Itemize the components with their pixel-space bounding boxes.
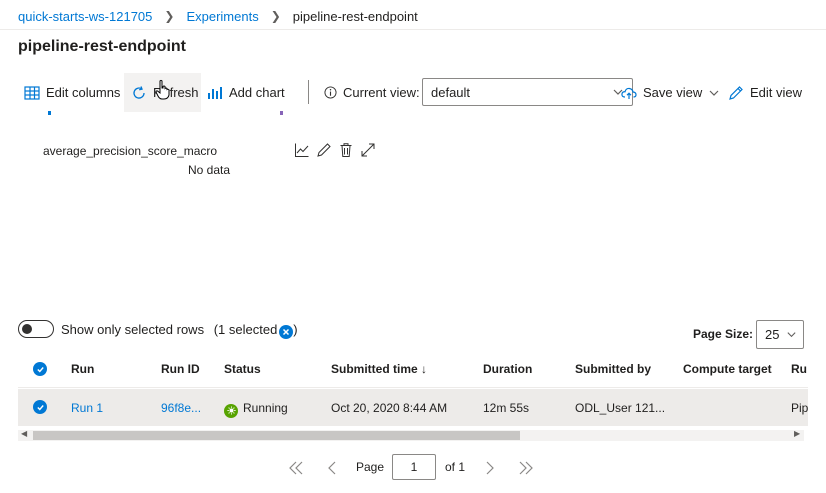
clear-selection-icon[interactable] [279, 325, 294, 339]
pencil-icon[interactable] [316, 142, 332, 158]
run-status: Running [224, 401, 288, 418]
scroll-left-icon[interactable]: ◀ [21, 429, 27, 438]
chevron-left-icon [328, 461, 336, 475]
add-chart-button[interactable]: Add chart [207, 73, 285, 112]
previous-page-button[interactable] [318, 454, 346, 482]
row-checkbox[interactable] [33, 400, 47, 414]
edit-view-label: Edit view [750, 85, 803, 100]
column-header-status[interactable]: Status [224, 362, 261, 376]
page-number-input[interactable]: 1 [392, 454, 436, 480]
scroll-right-icon[interactable]: ▶ [794, 429, 800, 438]
add-chart-label: Add chart [229, 85, 285, 100]
edit-columns-button[interactable]: Edit columns [24, 73, 120, 112]
chart-metric-title: average_precision_score_macro [43, 144, 218, 158]
chevron-right-icon [486, 461, 494, 475]
expand-icon[interactable] [360, 142, 376, 158]
current-view-value: default [431, 84, 471, 100]
chart-marker [48, 111, 51, 115]
pencil-icon [729, 85, 743, 100]
toggle-knob [22, 324, 32, 334]
breadcrumb: quick-starts-ws-121705 ❯ Experiments ❯ p… [18, 6, 418, 26]
edit-view-button[interactable]: Edit view [728, 73, 802, 112]
select-all-checkbox[interactable] [33, 362, 47, 376]
page-size-value: 25 [765, 327, 780, 342]
page-title: pipeline-rest-endpoint [18, 38, 186, 55]
selected-rows-toggle[interactable] [18, 320, 54, 338]
double-chevron-left-icon [289, 461, 303, 475]
info-icon [324, 86, 337, 99]
toolbar: Edit columns Refresh Add chart Current v… [18, 73, 818, 112]
selected-rows-label-group: Show only selected rows (1 selected) [61, 322, 298, 339]
run-type-cell: Pip [791, 401, 809, 415]
bar-chart-icon [208, 86, 222, 99]
selected-count-close: ) [293, 322, 298, 337]
running-icon [224, 403, 238, 418]
page-of-label: of 1 [445, 460, 466, 474]
chart-actions [294, 142, 376, 158]
chart-marker [280, 111, 283, 115]
first-page-button[interactable] [282, 454, 310, 482]
line-chart-icon[interactable] [294, 142, 310, 158]
chevron-right-icon: ❯ [164, 9, 175, 23]
double-chevron-right-icon [519, 461, 533, 475]
run-link[interactable]: Run 1 [71, 401, 103, 415]
column-header-duration[interactable]: Duration [483, 362, 532, 376]
run-status-label: Running [243, 401, 288, 415]
chevron-down-icon [787, 332, 796, 338]
save-view-label: Save view [643, 85, 703, 100]
last-page-button[interactable] [512, 454, 540, 482]
submitted-by-cell: ODL_User 121... [575, 401, 666, 415]
horizontal-scrollbar[interactable]: ◀ ▶ [18, 429, 804, 441]
cloud-upload-icon [621, 87, 637, 99]
table-header: Run Run ID Status Submitted time ↓ Durat… [18, 351, 808, 388]
column-header-compute-target[interactable]: Compute target [683, 362, 772, 376]
current-view-label: Current view: [343, 85, 420, 100]
hand-cursor-icon [155, 79, 170, 100]
column-header-run-type[interactable]: Ru [791, 362, 807, 376]
selected-count: (1 selected [213, 322, 278, 337]
column-header-run-id[interactable]: Run ID [161, 362, 200, 376]
table-icon [24, 85, 40, 100]
refresh-icon [133, 85, 145, 99]
page-size-dropdown[interactable]: 25 [756, 320, 804, 349]
toolbar-divider [308, 80, 309, 104]
column-header-submitted-time[interactable]: Submitted time ↓ [331, 362, 427, 376]
next-page-button[interactable] [476, 454, 504, 482]
duration-cell: 12m 55s [483, 401, 530, 415]
breadcrumb-current: pipeline-rest-endpoint [292, 8, 418, 24]
breadcrumb-workspace-link[interactable]: quick-starts-ws-121705 [18, 9, 152, 24]
chevron-right-icon: ❯ [270, 9, 281, 23]
column-header-submitted-by[interactable]: Submitted by [575, 362, 651, 376]
page-label: Page [356, 460, 385, 474]
current-view-label-group: Current view: [324, 73, 420, 112]
save-view-button[interactable]: Save view [621, 73, 720, 112]
current-view-dropdown[interactable]: default [422, 78, 633, 106]
page-size-label: Page Size: [693, 327, 754, 341]
run-id-link[interactable]: 96f8e... [161, 401, 201, 415]
chart-empty-message: No data [188, 163, 231, 177]
experiment-page: quick-starts-ws-121705 ❯ Experiments ❯ p… [0, 0, 826, 493]
chevron-down-icon [709, 90, 719, 96]
submitted-time-cell: Oct 20, 2020 8:44 AM [331, 401, 448, 415]
trash-icon[interactable] [338, 142, 354, 158]
selected-rows-label: Show only selected rows [61, 322, 205, 337]
divider [0, 29, 826, 30]
table-row[interactable]: Run 1 96f8e... Running Oct 20, 2020 8:44… [18, 389, 808, 426]
edit-columns-label: Edit columns [46, 85, 121, 100]
scrollbar-thumb[interactable] [33, 431, 520, 440]
breadcrumb-experiments-link[interactable]: Experiments [186, 9, 258, 24]
column-header-run[interactable]: Run [71, 362, 94, 376]
